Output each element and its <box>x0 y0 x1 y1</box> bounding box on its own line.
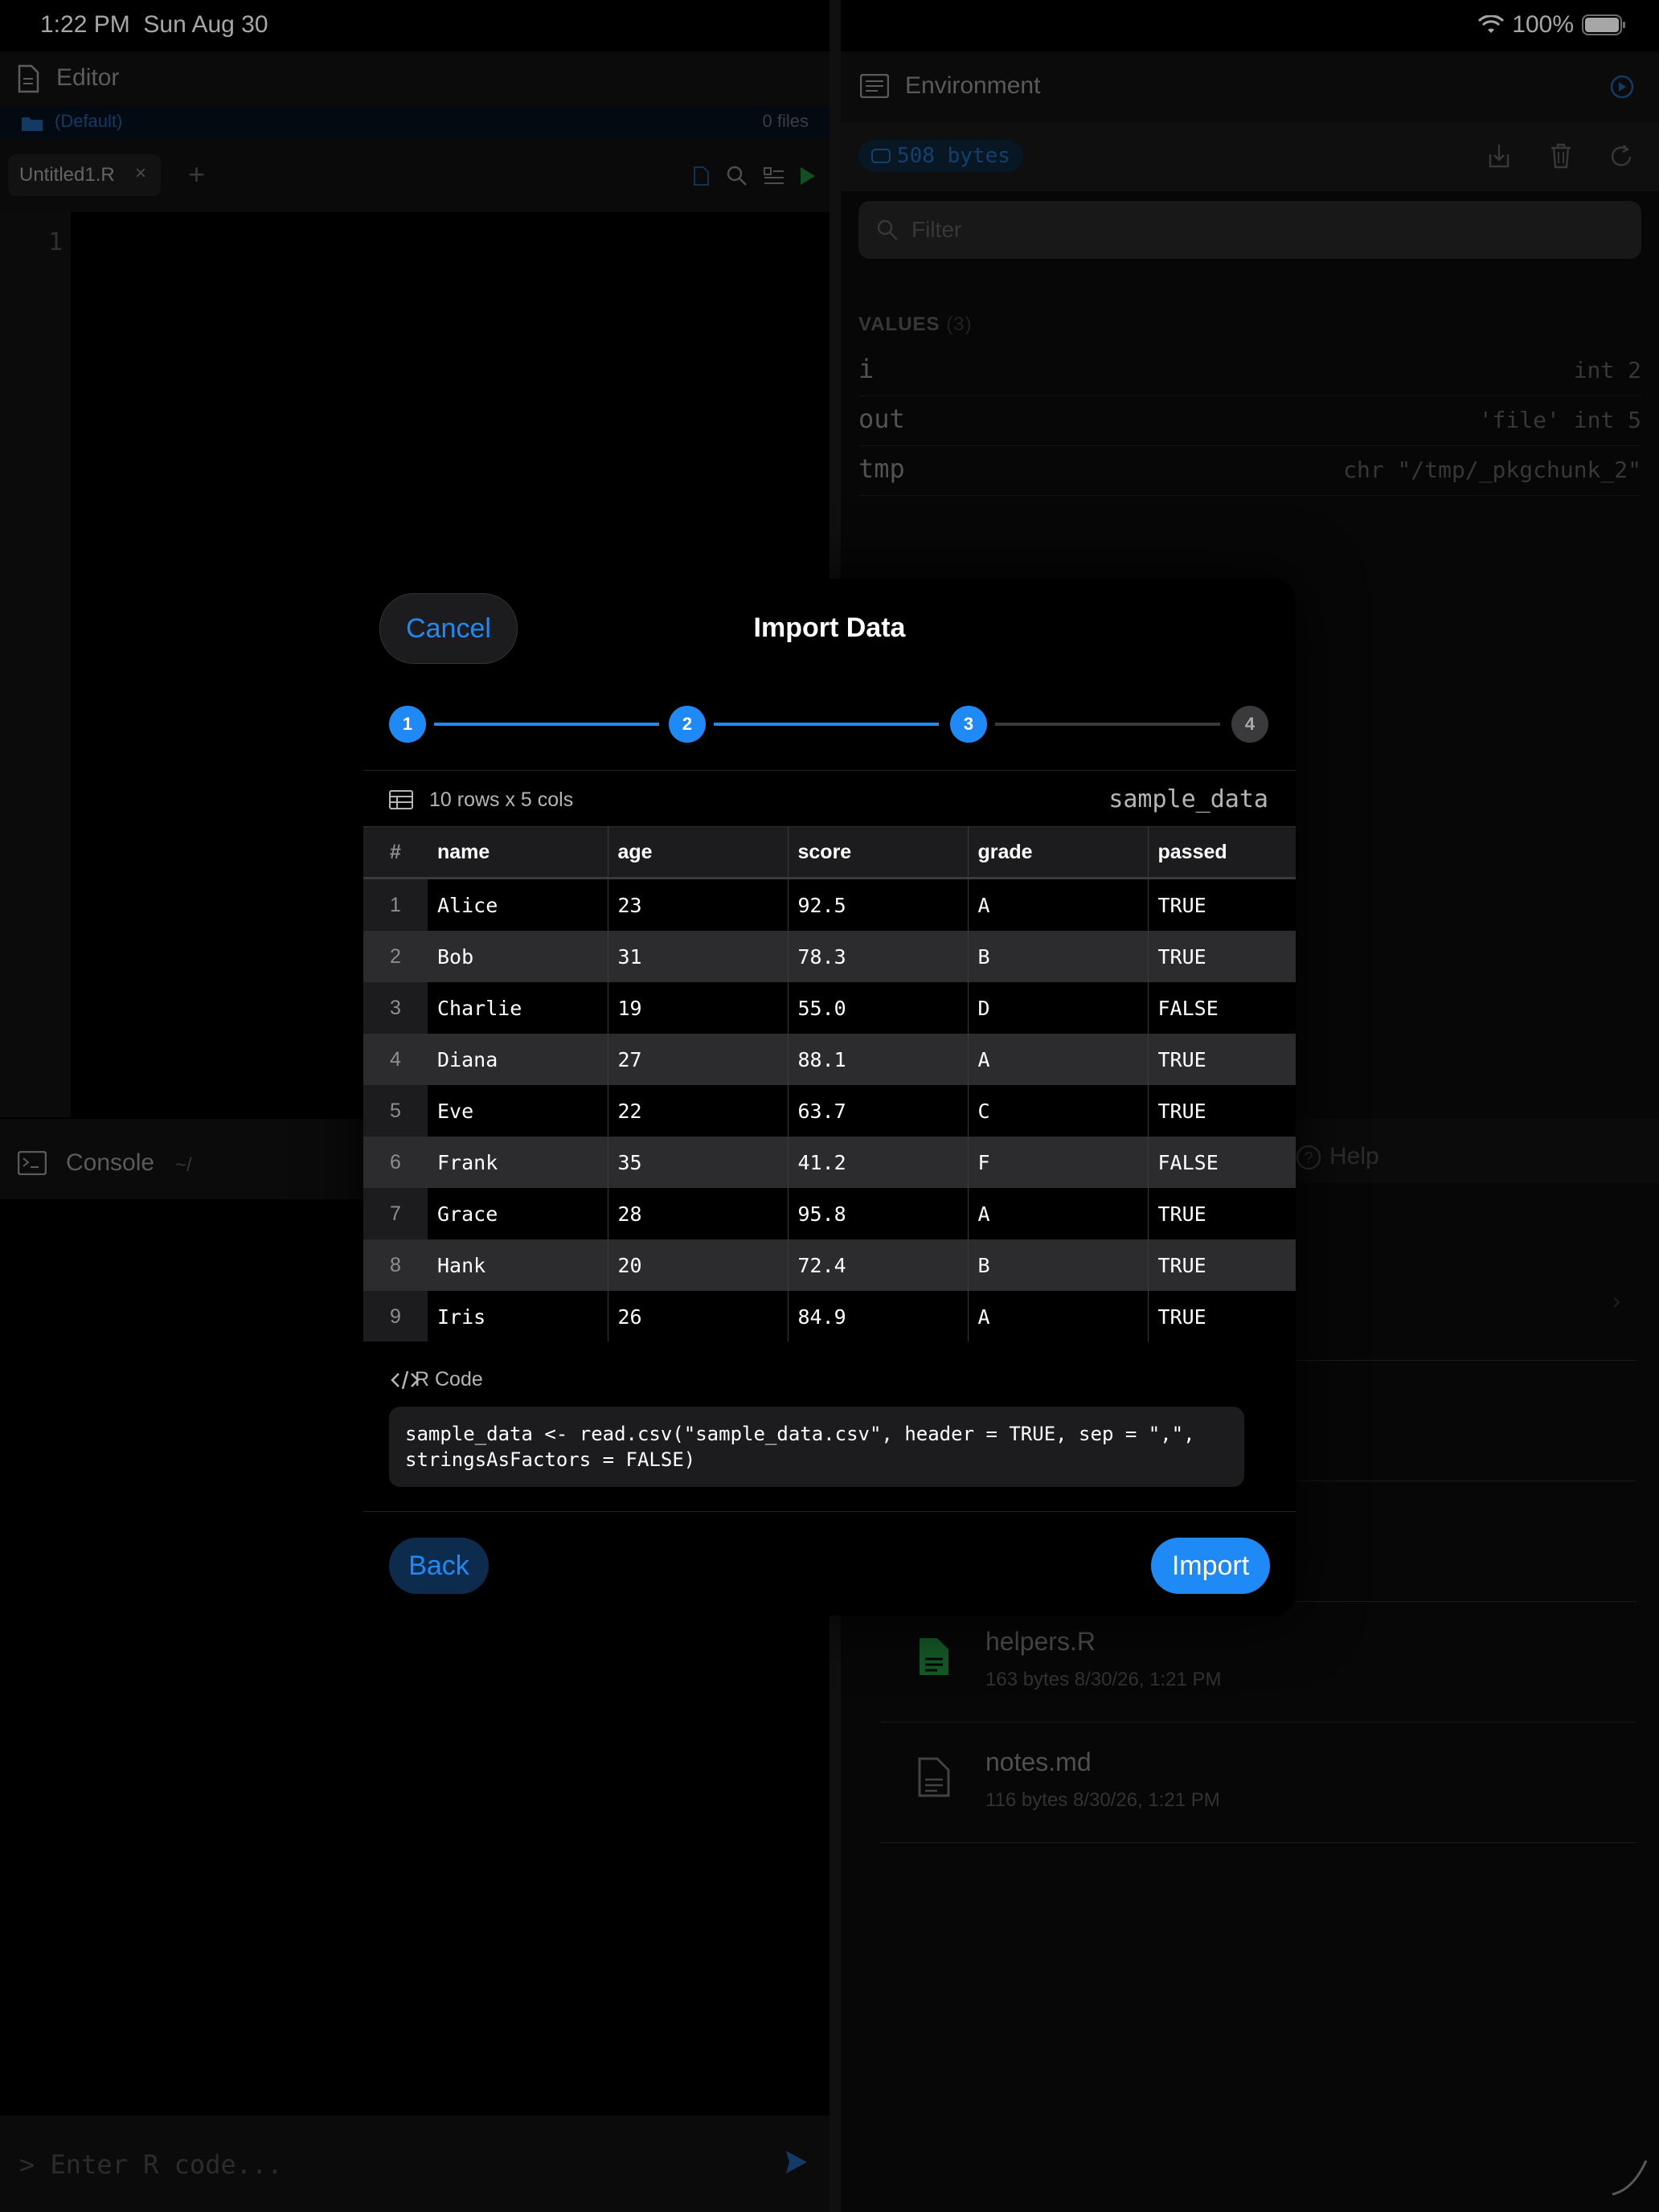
table-cell: 26 <box>608 1291 789 1342</box>
table-cell: Hank <box>428 1239 608 1291</box>
table-cell: 63.7 <box>788 1085 969 1137</box>
table-cell: B <box>968 1239 1149 1291</box>
table-cell: 95.8 <box>788 1188 969 1239</box>
step-indicator-1: 1 <box>389 706 426 743</box>
table-row: 3 Charlie 19 55.0 D FALSE <box>363 982 1296 1034</box>
row-number: 2 <box>363 931 428 982</box>
table-cell: TRUE <box>1148 1188 1296 1239</box>
step-connector <box>995 723 1220 726</box>
table-dimensions: 10 rows x 5 cols <box>429 789 574 811</box>
rcode-label: R Code <box>415 1368 483 1391</box>
table-cell: C <box>968 1085 1149 1137</box>
table-icon <box>389 790 413 809</box>
table-row: 4 Diana 27 88.1 A TRUE <box>363 1034 1296 1085</box>
table-cell: 55.0 <box>788 982 969 1034</box>
table-cell: Alice <box>428 878 608 931</box>
table-cell: A <box>968 1034 1149 1085</box>
step-connector <box>714 723 939 726</box>
table-cell: Grace <box>428 1188 608 1239</box>
table-cell: 20 <box>608 1239 789 1291</box>
table-cell: 92.5 <box>788 878 969 931</box>
rcode-preview: sample_data <- read.csv("sample_data.csv… <box>389 1407 1244 1487</box>
table-cell: 19 <box>608 982 789 1034</box>
column-header: # <box>363 827 428 879</box>
table-info-bar: 10 rows x 5 cols sample_data <box>363 770 1296 827</box>
table-cell: A <box>968 878 1149 931</box>
row-number: 3 <box>363 982 428 1034</box>
table-cell: A <box>968 1188 1149 1239</box>
table-row: 2 Bob 31 78.3 B TRUE <box>363 931 1296 982</box>
table-header-row: # name age score grade passed <box>363 827 1296 879</box>
table-cell: 41.2 <box>788 1137 969 1188</box>
table-cell: TRUE <box>1148 1085 1296 1137</box>
row-number: 6 <box>363 1137 428 1188</box>
back-button[interactable]: Back <box>389 1538 489 1594</box>
step-connector <box>434 723 659 726</box>
table-cell: Iris <box>428 1291 608 1342</box>
column-header: name <box>428 827 608 879</box>
table-cell: 35 <box>608 1137 789 1188</box>
table-cell: TRUE <box>1148 878 1296 931</box>
table-cell: TRUE <box>1148 1239 1296 1291</box>
table-cell: 23 <box>608 878 789 931</box>
row-number: 7 <box>363 1188 428 1239</box>
row-number: 8 <box>363 1239 428 1291</box>
import-data-dialog: Cancel Import Data 1 2 3 4 10 rows x 5 c… <box>363 579 1296 1616</box>
table-cell: Charlie <box>428 982 608 1034</box>
column-header: score <box>788 827 969 879</box>
step-indicator-3: 3 <box>950 706 987 743</box>
table-cell: Frank <box>428 1137 608 1188</box>
column-header: passed <box>1148 827 1296 879</box>
table-cell: 88.1 <box>788 1034 969 1085</box>
row-number: 1 <box>363 878 428 931</box>
column-header: age <box>608 827 789 879</box>
table-cell: 72.4 <box>788 1239 969 1291</box>
table-cell: B <box>968 931 1149 982</box>
table-cell: TRUE <box>1148 1034 1296 1085</box>
dialog-footer: Back Import <box>363 1511 1296 1616</box>
table-cell: TRUE <box>1148 1291 1296 1342</box>
import-button[interactable]: Import <box>1151 1538 1270 1594</box>
row-number: 4 <box>363 1034 428 1085</box>
table-cell: D <box>968 982 1149 1034</box>
rcode-text: sample_data <- read.csv("sample_data.csv… <box>405 1423 1195 1471</box>
table-row: 8 Hank 20 72.4 B TRUE <box>363 1239 1296 1291</box>
table-cell: 22 <box>608 1085 789 1137</box>
table-row: 7 Grace 28 95.8 A TRUE <box>363 1188 1296 1239</box>
table-cell: 28 <box>608 1188 789 1239</box>
table-row: 6 Frank 35 41.2 F FALSE <box>363 1137 1296 1188</box>
step-indicator-4: 4 <box>1231 706 1268 743</box>
preview-table: # name age score grade passed 1 Alice 23 92… <box>363 826 1296 1342</box>
table-cell: F <box>968 1137 1149 1188</box>
row-number: 5 <box>363 1085 428 1137</box>
column-header: grade <box>968 827 1149 879</box>
table-row: 1 Alice 23 92.5 A TRUE <box>363 878 1296 931</box>
table-cell: A <box>968 1291 1149 1342</box>
table-row: 9 Iris 26 84.9 A TRUE <box>363 1291 1296 1342</box>
table-cell: Diana <box>428 1034 608 1085</box>
table-cell: TRUE <box>1148 931 1296 982</box>
table-cell: Eve <box>428 1085 608 1137</box>
dialog-title: Import Data <box>753 612 906 643</box>
step-indicator-2: 2 <box>669 706 706 743</box>
table-cell: 78.3 <box>788 931 969 982</box>
row-number: 9 <box>363 1291 428 1342</box>
table-cell: Bob <box>428 931 608 982</box>
table-cell: FALSE <box>1148 982 1296 1034</box>
table-cell: FALSE <box>1148 1137 1296 1188</box>
table-row: 5 Eve 22 63.7 C TRUE <box>363 1085 1296 1137</box>
dataset-name: sample_data <box>1108 785 1268 813</box>
table-cell: 84.9 <box>788 1291 969 1342</box>
table-cell: 27 <box>608 1034 789 1085</box>
table-cell: 31 <box>608 931 789 982</box>
